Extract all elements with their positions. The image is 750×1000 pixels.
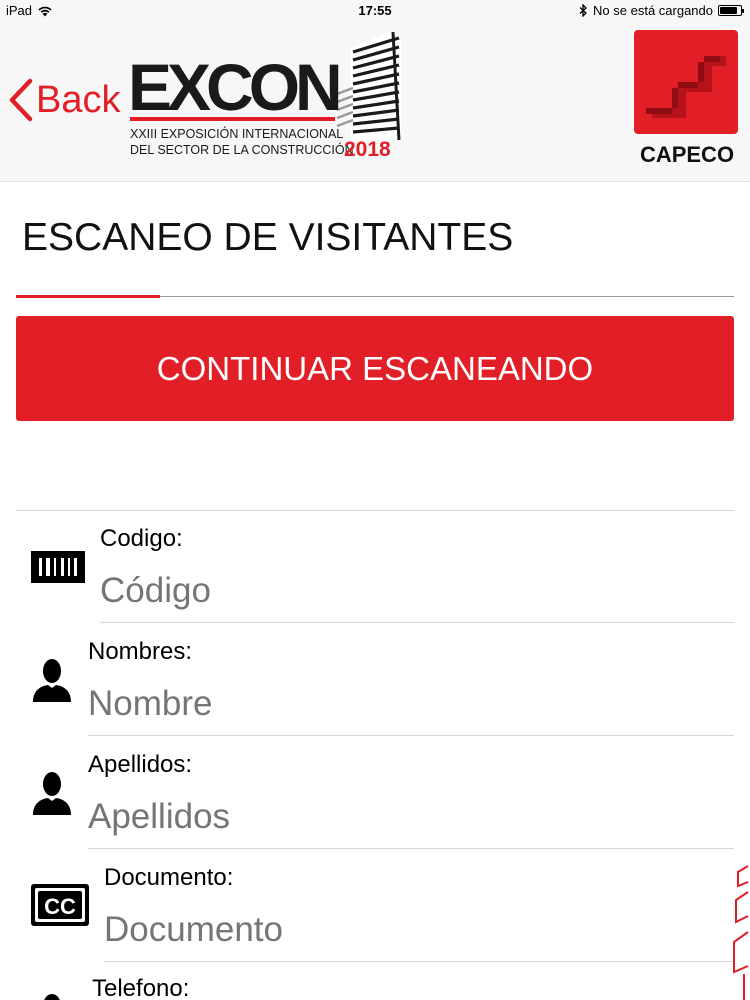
capeco-mark bbox=[634, 30, 738, 134]
documento-input[interactable] bbox=[104, 908, 704, 952]
apellidos-field: Apellidos: bbox=[0, 737, 750, 849]
capeco-stairs-icon bbox=[646, 56, 726, 118]
codigo-input[interactable] bbox=[100, 569, 730, 613]
barcode-icon bbox=[31, 551, 85, 583]
telefono-label: Telefono: bbox=[92, 975, 190, 1000]
codigo-label: Codigo: bbox=[100, 525, 183, 552]
header-bar: Back EXCON XXIII EXPOSICIÓN INTERNACIONA… bbox=[0, 22, 750, 182]
battery-level bbox=[720, 7, 737, 14]
back-label: Back bbox=[36, 78, 121, 121]
person-icon bbox=[44, 994, 60, 1000]
status-right: No se está cargando bbox=[579, 3, 744, 18]
excon-subtitle-line2: DEL SECTOR DE LA CONSTRUCCIÓN bbox=[130, 143, 354, 157]
apellidos-label: Apellidos: bbox=[88, 751, 193, 778]
excon-subtitle: XXIII EXPOSICIÓN INTERNACIONAL DEL SECTO… bbox=[130, 126, 354, 158]
apellidos-underline bbox=[88, 848, 734, 849]
nombres-input[interactable] bbox=[88, 682, 728, 726]
codigo-underline bbox=[100, 622, 734, 623]
nombres-underline bbox=[88, 735, 734, 736]
svg-text:CC: CC bbox=[44, 894, 76, 919]
documento-label: Documento: bbox=[104, 864, 234, 891]
title-divider-accent bbox=[16, 295, 160, 298]
excon-logo: EXCON XXIII EXPOSICIÓN INTERNACIONAL DEL… bbox=[128, 30, 403, 180]
documento-field: CC Documento: bbox=[0, 850, 750, 962]
excon-year: 2018 bbox=[344, 138, 391, 161]
capeco-name: CAPECO bbox=[639, 142, 735, 167]
chevron-left-icon bbox=[9, 78, 33, 122]
bluetooth-icon bbox=[579, 4, 587, 17]
page-title: ESCANEO DE VISITANTES bbox=[22, 216, 514, 259]
person-icon bbox=[33, 659, 71, 702]
battery-icon bbox=[718, 5, 744, 16]
apellidos-input[interactable] bbox=[88, 795, 728, 839]
codigo-field: Codigo: bbox=[0, 511, 750, 623]
continue-scanning-button[interactable]: CONTINUAR ESCANEANDO bbox=[16, 316, 734, 421]
excon-subtitle-line1: XXIII EXPOSICIÓN INTERNACIONAL bbox=[130, 127, 344, 141]
excon-wordmark: EXCON bbox=[128, 50, 343, 124]
charging-status: No se está cargando bbox=[593, 3, 713, 18]
telefono-field: Telefono: bbox=[0, 963, 750, 1000]
nombres-field: Nombres: bbox=[0, 624, 750, 736]
capeco-logo: CAPECO bbox=[634, 30, 740, 170]
back-button[interactable]: Back bbox=[8, 78, 120, 122]
documento-underline bbox=[104, 961, 734, 962]
decorative-red-edge bbox=[733, 865, 749, 1000]
nombres-label: Nombres: bbox=[88, 638, 193, 665]
cc-icon: CC bbox=[31, 884, 89, 926]
status-bar: iPad 17:55 No se está cargando bbox=[0, 0, 750, 22]
person-icon bbox=[33, 772, 71, 815]
excon-red-bar bbox=[130, 117, 335, 121]
